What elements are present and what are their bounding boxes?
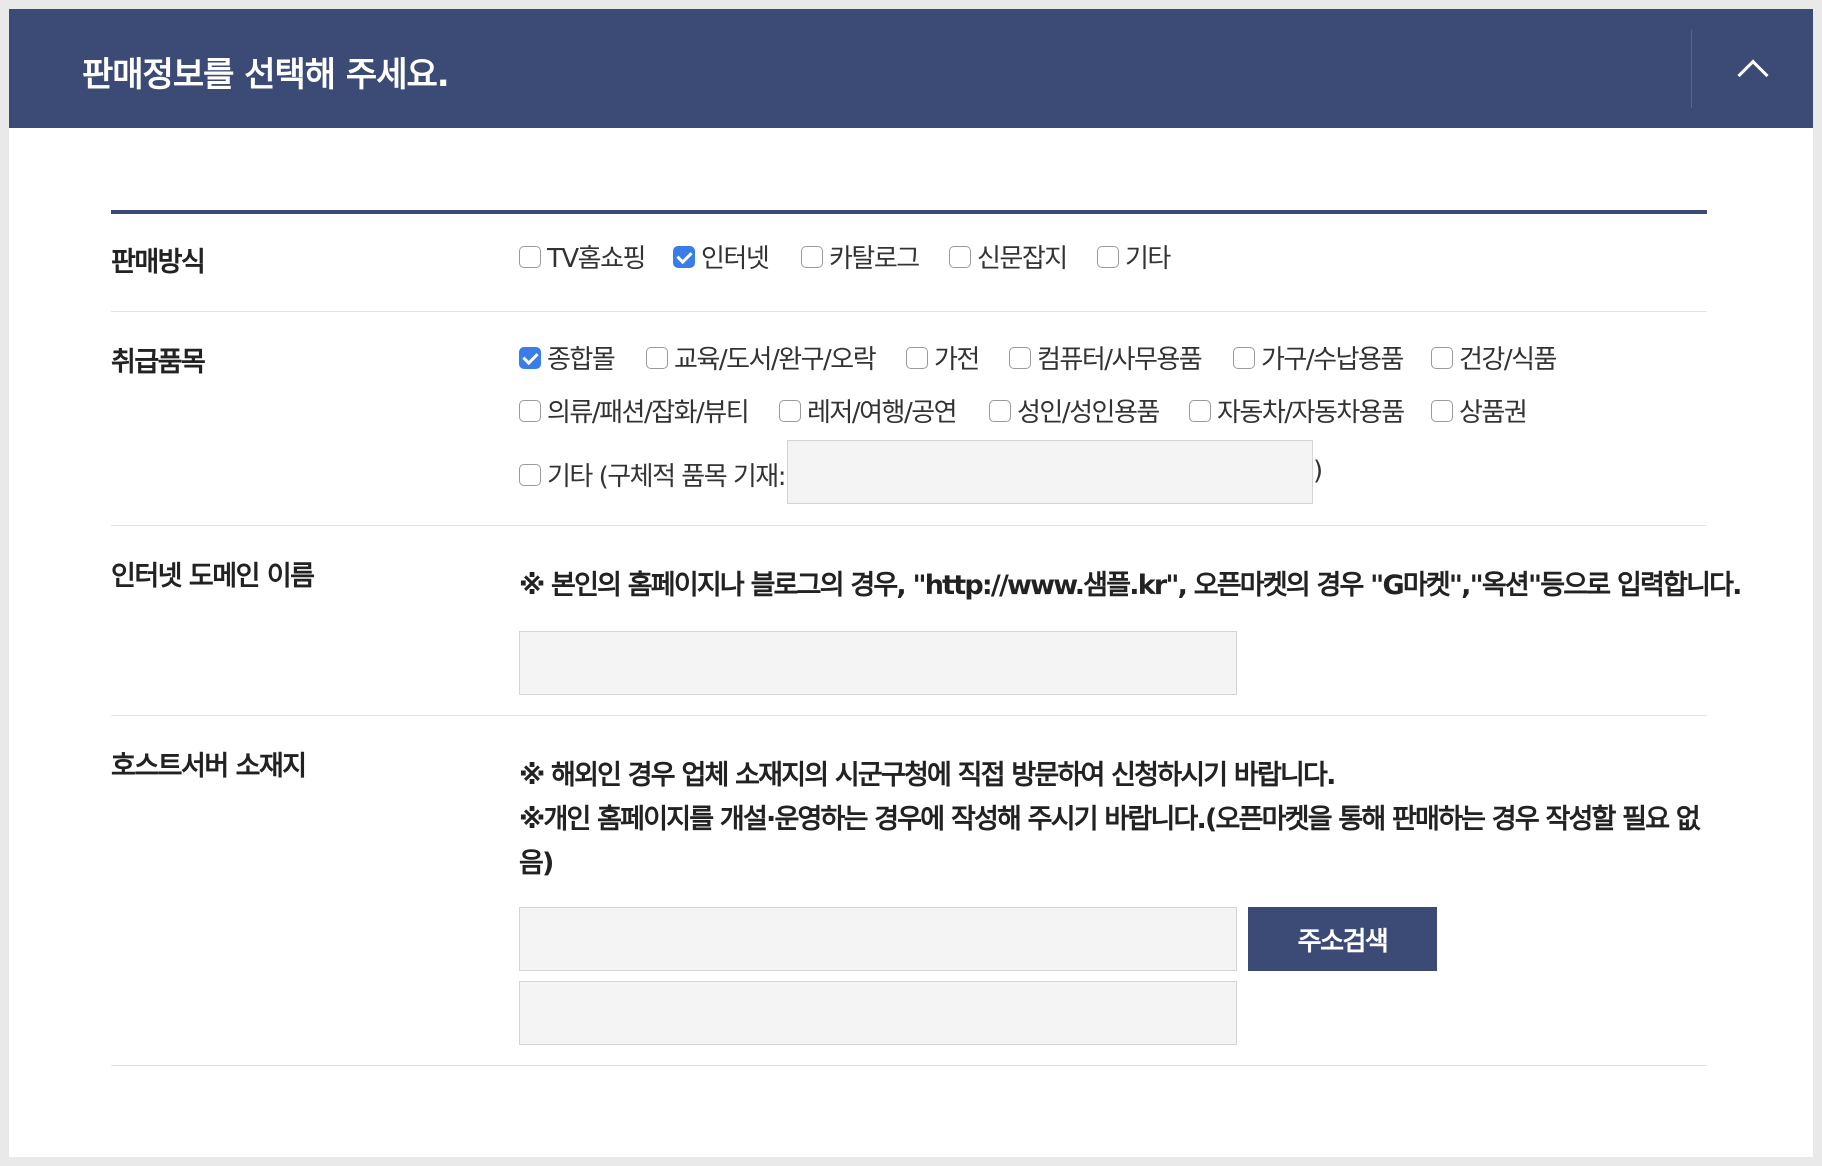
checkbox-box[interactable] — [646, 346, 668, 369]
host-note-personal-cont: 음) — [519, 848, 554, 879]
row-sales-method: 판매방식 TV홈쇼핑 인터넷 카탈로그 신문잡지 기타 — [111, 214, 1707, 312]
checkbox-box[interactable] — [949, 245, 971, 268]
checkbox-adult[interactable]: 성인/성인용품 — [989, 392, 1160, 429]
domain-note: ※ 본인의 홈페이지나 블로그의 경우, "http://www.샘플.kr",… — [519, 570, 1742, 601]
panel-header: 판매정보를 선택해 주세요. — [9, 9, 1813, 128]
checkbox-box[interactable] — [1233, 346, 1255, 369]
domain-label: 인터넷 도메인 이름 — [111, 561, 315, 592]
checkbox-box[interactable] — [779, 399, 801, 422]
checkbox-label: 성인/성인용품 — [1017, 398, 1160, 428]
checkbox-label: 레저/여행/공연 — [807, 398, 958, 428]
checkbox-label: 신문잡지 — [977, 244, 1068, 274]
checkbox-items-other[interactable]: 기타 (구체적 품목 기재: — [519, 456, 786, 493]
checkbox-health-food[interactable]: 건강/식품 — [1431, 339, 1557, 376]
sales-info-form: 판매방식 TV홈쇼핑 인터넷 카탈로그 신문잡지 기타 취급품목 종합몰 교육/… — [111, 210, 1742, 1066]
checkbox-label: 기타 — [1125, 244, 1171, 274]
checkbox-box[interactable] — [519, 463, 541, 486]
host-label: 호스트서버 소재지 — [111, 751, 307, 782]
checkbox-box[interactable] — [1009, 346, 1031, 369]
checkbox-box[interactable] — [519, 245, 541, 268]
checkbox-box[interactable] — [906, 346, 928, 369]
checkbox-label: 의류/패션/잡화/뷰티 — [547, 398, 750, 428]
checkbox-label: 인터넷 — [701, 244, 770, 274]
row-domain: 인터넷 도메인 이름 ※ 본인의 홈페이지나 블로그의 경우, "http://… — [111, 526, 1742, 716]
checkbox-general-mall[interactable]: 종합몰 — [519, 339, 616, 376]
checkbox-label: 자동차/자동차용품 — [1217, 398, 1405, 428]
checkbox-label: TV홈쇼핑 — [547, 244, 646, 274]
items-label: 취급품목 — [111, 347, 206, 378]
checkbox-box[interactable] — [1431, 399, 1453, 422]
row-host-server: 호스트서버 소재지 ※ 해외인 경우 업체 소재지의 시군구청에 직접 방문하여… — [111, 716, 1707, 1066]
checkbox-education-books-toys[interactable]: 교육/도서/완구/오락 — [646, 339, 877, 376]
checkbox-box-checked[interactable] — [673, 245, 695, 268]
checkbox-gift-cards[interactable]: 상품권 — [1431, 392, 1528, 429]
checkbox-internet[interactable]: 인터넷 — [673, 238, 770, 275]
checkbox-computer-office[interactable]: 컴퓨터/사무용품 — [1009, 339, 1203, 376]
sales-method-label: 판매방식 — [111, 247, 206, 278]
checkbox-tv-homeshopping[interactable]: TV홈쇼핑 — [519, 238, 646, 275]
checkbox-box[interactable] — [1189, 399, 1211, 422]
checkbox-fashion-beauty[interactable]: 의류/패션/잡화/뷰티 — [519, 392, 750, 429]
checkbox-box[interactable] — [1431, 346, 1453, 369]
checkbox-leisure-travel[interactable]: 레저/여행/공연 — [779, 392, 958, 429]
checkbox-label: 교육/도서/완구/오락 — [674, 345, 877, 375]
address-search-button[interactable]: 주소검색 — [1248, 907, 1437, 971]
items-other-close-paren: ) — [1313, 456, 1324, 486]
checkbox-label: 건강/식품 — [1459, 345, 1557, 375]
checkbox-box-checked[interactable] — [519, 346, 541, 369]
checkbox-label: 카탈로그 — [829, 244, 920, 274]
panel-title: 판매정보를 선택해 주세요. — [82, 55, 450, 95]
checkbox-box[interactable] — [989, 399, 1011, 422]
checkbox-box[interactable] — [801, 245, 823, 268]
host-note-overseas: ※ 해외인 경우 업체 소재지의 시군구청에 직접 방문하여 신청하시기 바랍니… — [519, 760, 1336, 791]
panel-frame: 판매정보를 선택해 주세요. 판매방식 TV홈쇼핑 인터넷 카탈로그 신문잡지 … — [0, 0, 1822, 1166]
checkbox-appliances[interactable]: 가전 — [906, 339, 980, 376]
checkbox-newspaper-magazine[interactable]: 신문잡지 — [949, 238, 1068, 275]
host-address-input[interactable] — [519, 907, 1237, 971]
checkbox-furniture-storage[interactable]: 가구/수납용품 — [1233, 339, 1404, 376]
checkbox-catalog[interactable]: 카탈로그 — [801, 238, 920, 275]
checkbox-label: 종합몰 — [547, 345, 616, 375]
items-other-input[interactable] — [787, 440, 1313, 504]
checkbox-label: 컴퓨터/사무용품 — [1037, 345, 1203, 375]
host-address-detail-input[interactable] — [519, 981, 1237, 1045]
checkbox-box[interactable] — [519, 399, 541, 422]
row-items: 취급품목 종합몰 교육/도서/완구/오락 가전 컴퓨터/사무용품 가구/수납용품… — [111, 312, 1707, 526]
checkbox-label: 기타 (구체적 품목 기재: — [547, 462, 786, 492]
collapse-button[interactable] — [1692, 9, 1813, 128]
host-note-personal: ※개인 홈페이지를 개설·운영하는 경우에 작성해 주시기 바랍니다.(오픈마켓… — [519, 804, 1701, 835]
checkbox-label: 상품권 — [1459, 398, 1528, 428]
checkbox-automotive[interactable]: 자동차/자동차용품 — [1189, 392, 1405, 429]
checkbox-box[interactable] — [1097, 245, 1119, 268]
checkbox-label: 가전 — [934, 345, 980, 375]
domain-input[interactable] — [519, 631, 1237, 695]
checkbox-sales-other[interactable]: 기타 — [1097, 238, 1171, 275]
checkbox-label: 가구/수납용품 — [1261, 345, 1404, 375]
chevron-up-icon — [1736, 58, 1769, 91]
